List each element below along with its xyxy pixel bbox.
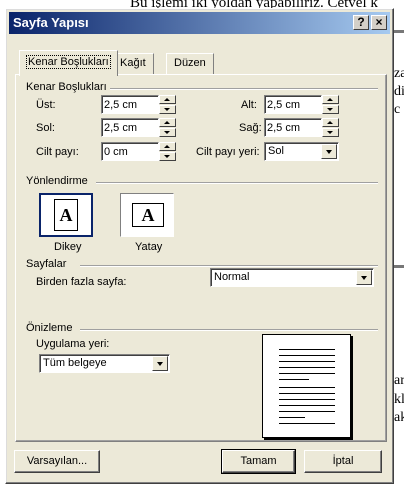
gutter-position-value: Sol [268,145,284,157]
preview-line [279,405,335,406]
tab-layout[interactable]: Düzen [166,53,214,75]
right-margin-spinner [264,118,339,137]
default-button[interactable]: Varsayılan... [14,450,100,473]
dialog-title: Sayfa Yapısı [13,15,89,30]
left-margin-spinner [101,118,176,137]
preview-line [279,393,335,394]
bottom-margin-input[interactable] [264,95,322,114]
tab-layout-label: Düzen [174,57,206,69]
preview-line [279,349,335,350]
ruler-mark [394,30,404,33]
spin-down-icon[interactable] [322,105,339,114]
right-margin-label: Sağ: [239,122,262,134]
apply-to-value: Tüm belgeye [43,357,107,369]
portrait-option[interactable]: A [39,193,93,237]
preview-line [279,399,335,400]
tab-margins-label: Kenar Boşlukları [26,55,111,69]
preview-line [279,361,335,362]
preview-line [279,417,305,418]
left-margin-input[interactable] [101,118,159,137]
apply-to-select[interactable]: Tüm belgeye [39,354,170,373]
landscape-page-icon: A [132,203,164,227]
tab-margins[interactable]: Kenar Boşlukları [19,50,118,76]
preview-line [279,355,335,356]
spin-down-icon[interactable] [159,105,176,114]
multiple-pages-label: Birden fazla sayfa: [36,276,127,288]
spin-down-icon[interactable] [159,152,176,161]
preview-line [279,411,335,412]
group-divider [80,329,378,331]
document-right-edge: za di c ar kl ak [394,0,404,488]
spin-up-icon[interactable] [322,95,339,104]
spin-down-icon[interactable] [322,128,339,137]
help-button[interactable]: ? [353,15,369,30]
close-button[interactable]: × [371,15,387,30]
document-fragment: ar [394,373,404,388]
bottom-margin-label: Alt: [241,99,257,111]
document-fragment: di [394,84,404,99]
spin-down-icon[interactable] [159,128,176,137]
group-divider [96,182,378,184]
page-setup-dialog: Sayfa Yapısı ? × Kenar Boşlukları Kağıt … [5,8,394,484]
preview-line [279,373,335,374]
spin-up-icon[interactable] [159,95,176,104]
right-margin-input[interactable] [264,118,322,137]
left-margin-label: Sol: [36,122,55,134]
gutter-input[interactable] [101,142,159,161]
group-divider [80,265,378,267]
title-bar[interactable]: Sayfa Yapısı ? × [9,12,390,34]
document-fragment: za [394,66,404,81]
page-preview [262,334,351,438]
bottom-margin-spinner [264,95,339,114]
spin-up-icon[interactable] [322,118,339,127]
landscape-option[interactable]: A [120,193,174,237]
gutter-label: Cilt payı: [36,146,79,158]
spin-up-icon[interactable] [159,142,176,151]
portrait-label: Dikey [54,241,82,253]
chevron-down-icon[interactable] [321,144,337,159]
ruler-mark [394,265,404,268]
portrait-page-icon: A [54,199,78,231]
margins-group-label: Kenar Boşlukları [26,81,107,93]
document-fragment: ak [394,410,404,425]
multiple-pages-value: Normal [214,271,250,283]
group-divider [110,88,378,90]
preview-group-label: Önizleme [26,322,73,334]
spin-up-icon[interactable] [159,118,176,127]
preview-line [279,387,335,388]
gutter-spinner [101,142,176,161]
cancel-button[interactable]: İptal [304,450,382,473]
landscape-label: Yatay [135,241,163,253]
tab-paper[interactable]: Kağıt [112,53,154,75]
top-margin-label: Üst: [36,99,56,111]
ok-button[interactable]: Tamam [221,449,296,474]
gutter-position-label: Cilt payı yeri: [196,146,260,158]
document-fragment: c [394,102,401,117]
gutter-position-select[interactable]: Sol [264,142,339,161]
tab-paper-label: Kağıt [120,57,146,69]
preview-line [279,379,309,380]
chevron-down-icon[interactable] [152,356,168,371]
multiple-pages-select[interactable]: Normal [210,268,374,287]
top-margin-spinner [101,95,176,114]
chevron-down-icon[interactable] [356,270,372,285]
top-margin-input[interactable] [101,95,159,114]
preview-line [279,423,335,424]
orientation-group-label: Yönlendirme [26,175,88,187]
preview-line [279,367,335,368]
pages-group-label: Sayfalar [26,258,67,270]
apply-to-label: Uygulama yeri: [36,338,110,350]
document-fragment: kl [394,392,404,407]
